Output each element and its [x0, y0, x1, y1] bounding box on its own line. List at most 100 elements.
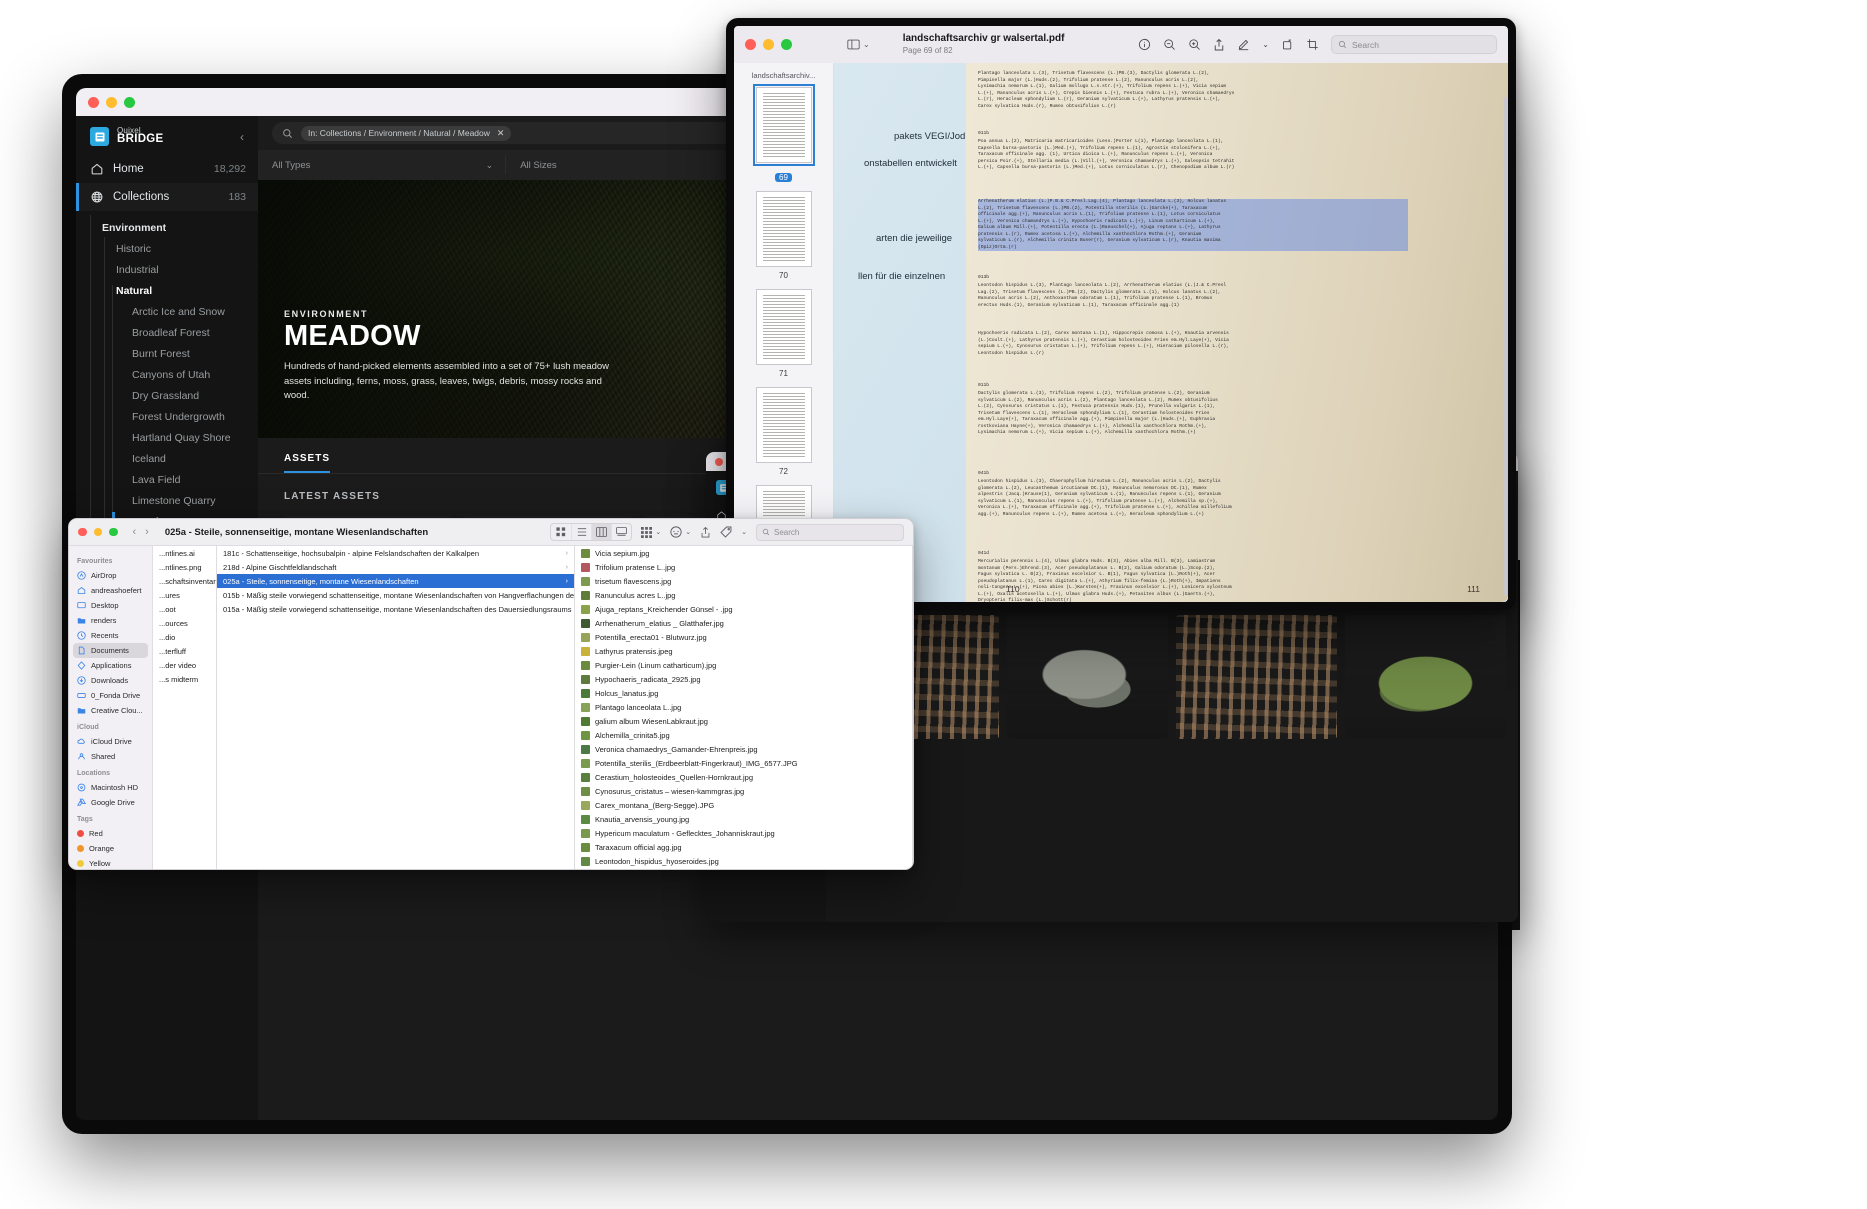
- table-row[interactable]: Purgier-Lein (Linum catharticum).jpg: [575, 658, 912, 672]
- list-item[interactable]: ...terfluff: [153, 644, 216, 658]
- tree-item-canyons-of-utah[interactable]: Canyons of Utah: [76, 364, 258, 385]
- sidebar-item-0-fonda-drive[interactable]: 0_Fonda Drive: [69, 688, 152, 703]
- sidebar-item-google-drive[interactable]: Google Drive: [69, 795, 152, 810]
- table-row[interactable]: Arrhenatherum_elatius _ Glatthafer.jpg: [575, 616, 912, 630]
- list-item[interactable]: ...der video: [153, 658, 216, 672]
- chevron-right-icon[interactable]: ›: [145, 526, 149, 538]
- tree-item-environment[interactable]: Environment: [76, 217, 258, 238]
- view-mode-switcher[interactable]: [550, 523, 632, 541]
- sidebar-item-macintosh-hd[interactable]: Macintosh HD: [69, 780, 152, 795]
- info-icon[interactable]: [1138, 38, 1151, 51]
- rotate-icon[interactable]: [1281, 38, 1294, 51]
- table-row[interactable]: 181c - Schattenseitige, hochsubalpin - a…: [217, 546, 574, 560]
- table-row[interactable]: 218d - Alpine Gischtfeldlandschaft›: [217, 560, 574, 574]
- table-row-selected[interactable]: 025a - Steile, sonnenseitige, montane Wi…: [217, 574, 574, 588]
- table-row[interactable]: Ajuga_reptans_Kreichender Günsel - .jpg: [575, 602, 912, 616]
- table-row[interactable]: Holcus_lanatus.jpg: [575, 686, 912, 700]
- table-row[interactable]: Potentilla_sterilis_(Erdbeerblatt-Finger…: [575, 756, 912, 770]
- table-row[interactable]: trisetum flavescens.jpg: [575, 574, 912, 588]
- list-item[interactable]: ...s midterm: [153, 672, 216, 686]
- table-row[interactable]: 015b - Mäßig steile vorwiegend schattens…: [217, 588, 574, 602]
- close-button[interactable]: [78, 528, 87, 537]
- table-row[interactable]: Alchemilla_crinita5.jpg: [575, 728, 912, 742]
- minimize-button[interactable]: [94, 528, 103, 537]
- tree-item-natural[interactable]: Natural: [76, 280, 258, 301]
- group-by-button[interactable]: ⌄: [641, 527, 661, 538]
- table-row[interactable]: Hypochaeris_radicata_2925.jpg: [575, 672, 912, 686]
- table-row[interactable]: Veronica chamaedrys_Gamander-Ehrenpreis.…: [575, 742, 912, 756]
- close-icon[interactable]: ✕: [497, 128, 505, 139]
- finder-search-input[interactable]: Search: [756, 524, 904, 541]
- table-row[interactable]: galium album WiesenLabkraut.jpg: [575, 714, 912, 728]
- tab-assets[interactable]: ASSETS: [284, 453, 330, 473]
- list-item[interactable]: ...ources: [153, 616, 216, 630]
- table-row[interactable]: Potentilla_erecta01 - Blutwurz.jpg: [575, 630, 912, 644]
- window-controls[interactable]: [78, 528, 118, 537]
- chevron-left-icon[interactable]: ‹: [240, 130, 246, 144]
- sidebar-item-renders[interactable]: renders: [69, 613, 152, 628]
- share-icon[interactable]: [1213, 38, 1225, 52]
- sidebar-item-applications[interactable]: Applications: [69, 658, 152, 673]
- tree-item-industrial[interactable]: Industrial: [76, 259, 258, 280]
- list-item[interactable]: ...oot: [153, 602, 216, 616]
- sidebar-toggle-button[interactable]: ⌄: [847, 39, 870, 50]
- list-item[interactable]: ...dio: [153, 630, 216, 644]
- tag-icon[interactable]: [720, 526, 732, 538]
- tree-item-hartland-quay-shore[interactable]: Hartland Quay Shore: [76, 427, 258, 448]
- tree-item-arctic-ice-and-snow[interactable]: Arctic Ice and Snow: [76, 301, 258, 322]
- list-item[interactable]: ...ntlines.png: [153, 560, 216, 574]
- table-row[interactable]: Carex_montana_(Berg-Segge).JPG: [575, 798, 912, 812]
- sidebar-item-downloads[interactable]: Downloads: [69, 673, 152, 688]
- pdf-thumbnail-70[interactable]: [756, 191, 812, 267]
- list-view-icon[interactable]: [571, 524, 591, 540]
- table-row[interactable]: Ranunculus acres L..jpg: [575, 588, 912, 602]
- table-row[interactable]: Alchemilla_xanthochlora_D01 Frauenmantel…: [575, 868, 912, 869]
- table-row[interactable]: Leontodon_hispidus_hyoseroides.jpg: [575, 854, 912, 868]
- list-item[interactable]: ...schaftsinventar: [153, 574, 216, 588]
- asset-card[interactable]: [1007, 615, 1168, 739]
- list-item[interactable]: ...ntlines.ai: [153, 546, 216, 560]
- table-row[interactable]: Trifolium pratense L..jpg: [575, 560, 912, 574]
- close-button[interactable]: [715, 458, 723, 466]
- close-button[interactable]: [745, 39, 756, 50]
- window-controls[interactable]: [745, 39, 792, 50]
- chevron-down-icon[interactable]: ⌄: [741, 528, 747, 536]
- table-row[interactable]: Knautia_arvensis_young.jpg: [575, 812, 912, 826]
- tree-item-broadleaf-forest[interactable]: Broadleaf Forest: [76, 322, 258, 343]
- gallery-view-icon[interactable]: [611, 524, 631, 540]
- sidebar-tag-red[interactable]: Red: [69, 826, 152, 841]
- sidebar-tag-yellow[interactable]: Yellow: [69, 856, 152, 869]
- markup-icon[interactable]: [1237, 38, 1250, 51]
- crop-icon[interactable]: [1306, 38, 1319, 51]
- sidebar-item-shared[interactable]: Shared: [69, 749, 152, 764]
- action-menu-button[interactable]: ⌄: [670, 526, 691, 538]
- icon-view-icon[interactable]: [551, 524, 571, 540]
- filter-all-sizes[interactable]: All Sizes⌄: [505, 156, 753, 174]
- maximize-button[interactable]: [109, 528, 118, 537]
- asset-card[interactable]: [1345, 615, 1506, 739]
- zoom-out-icon[interactable]: [1163, 38, 1176, 51]
- chevron-down-icon[interactable]: ⌄: [1262, 40, 1269, 49]
- asset-card[interactable]: [1176, 615, 1337, 739]
- table-row[interactable]: Cerastium_holosteoides_Quellen-Hornkraut…: [575, 770, 912, 784]
- table-row[interactable]: Taraxacum official agg.jpg: [575, 840, 912, 854]
- sidebar-item-icloud-drive[interactable]: iCloud Drive: [69, 734, 152, 749]
- sidebar-item-recents[interactable]: Recents: [69, 628, 152, 643]
- pdf-thumbnail-69[interactable]: [756, 87, 812, 163]
- pdf-search-input[interactable]: Search: [1331, 35, 1497, 54]
- pdf-scrollbar[interactable]: [1504, 97, 1507, 596]
- tree-item-limestone-quarry[interactable]: Limestone Quarry: [76, 490, 258, 511]
- table-row[interactable]: Cynosurus_cristatus – wiesen-kammgras.jp…: [575, 784, 912, 798]
- sidebar-item-creative-cloud[interactable]: Creative Clou...: [69, 703, 152, 718]
- pdf-thumbnail-71[interactable]: [756, 289, 812, 365]
- table-row[interactable]: Vicia sepium.jpg: [575, 546, 912, 560]
- filter-all-types[interactable]: All Types⌄: [258, 156, 505, 174]
- table-row[interactable]: Hypericum maculatum - Geflecktes_Johanni…: [575, 826, 912, 840]
- sidebar-item-airdrop[interactable]: AirDrop: [69, 568, 152, 583]
- sidebar-item-collections[interactable]: Collections 183: [76, 183, 258, 211]
- tree-item-forest-undergrowth[interactable]: Forest Undergrowth: [76, 406, 258, 427]
- sidebar-item-desktop[interactable]: Desktop: [69, 598, 152, 613]
- maximize-button[interactable]: [781, 39, 792, 50]
- column-view-icon[interactable]: [591, 524, 611, 540]
- tree-item-iceland[interactable]: Iceland: [76, 448, 258, 469]
